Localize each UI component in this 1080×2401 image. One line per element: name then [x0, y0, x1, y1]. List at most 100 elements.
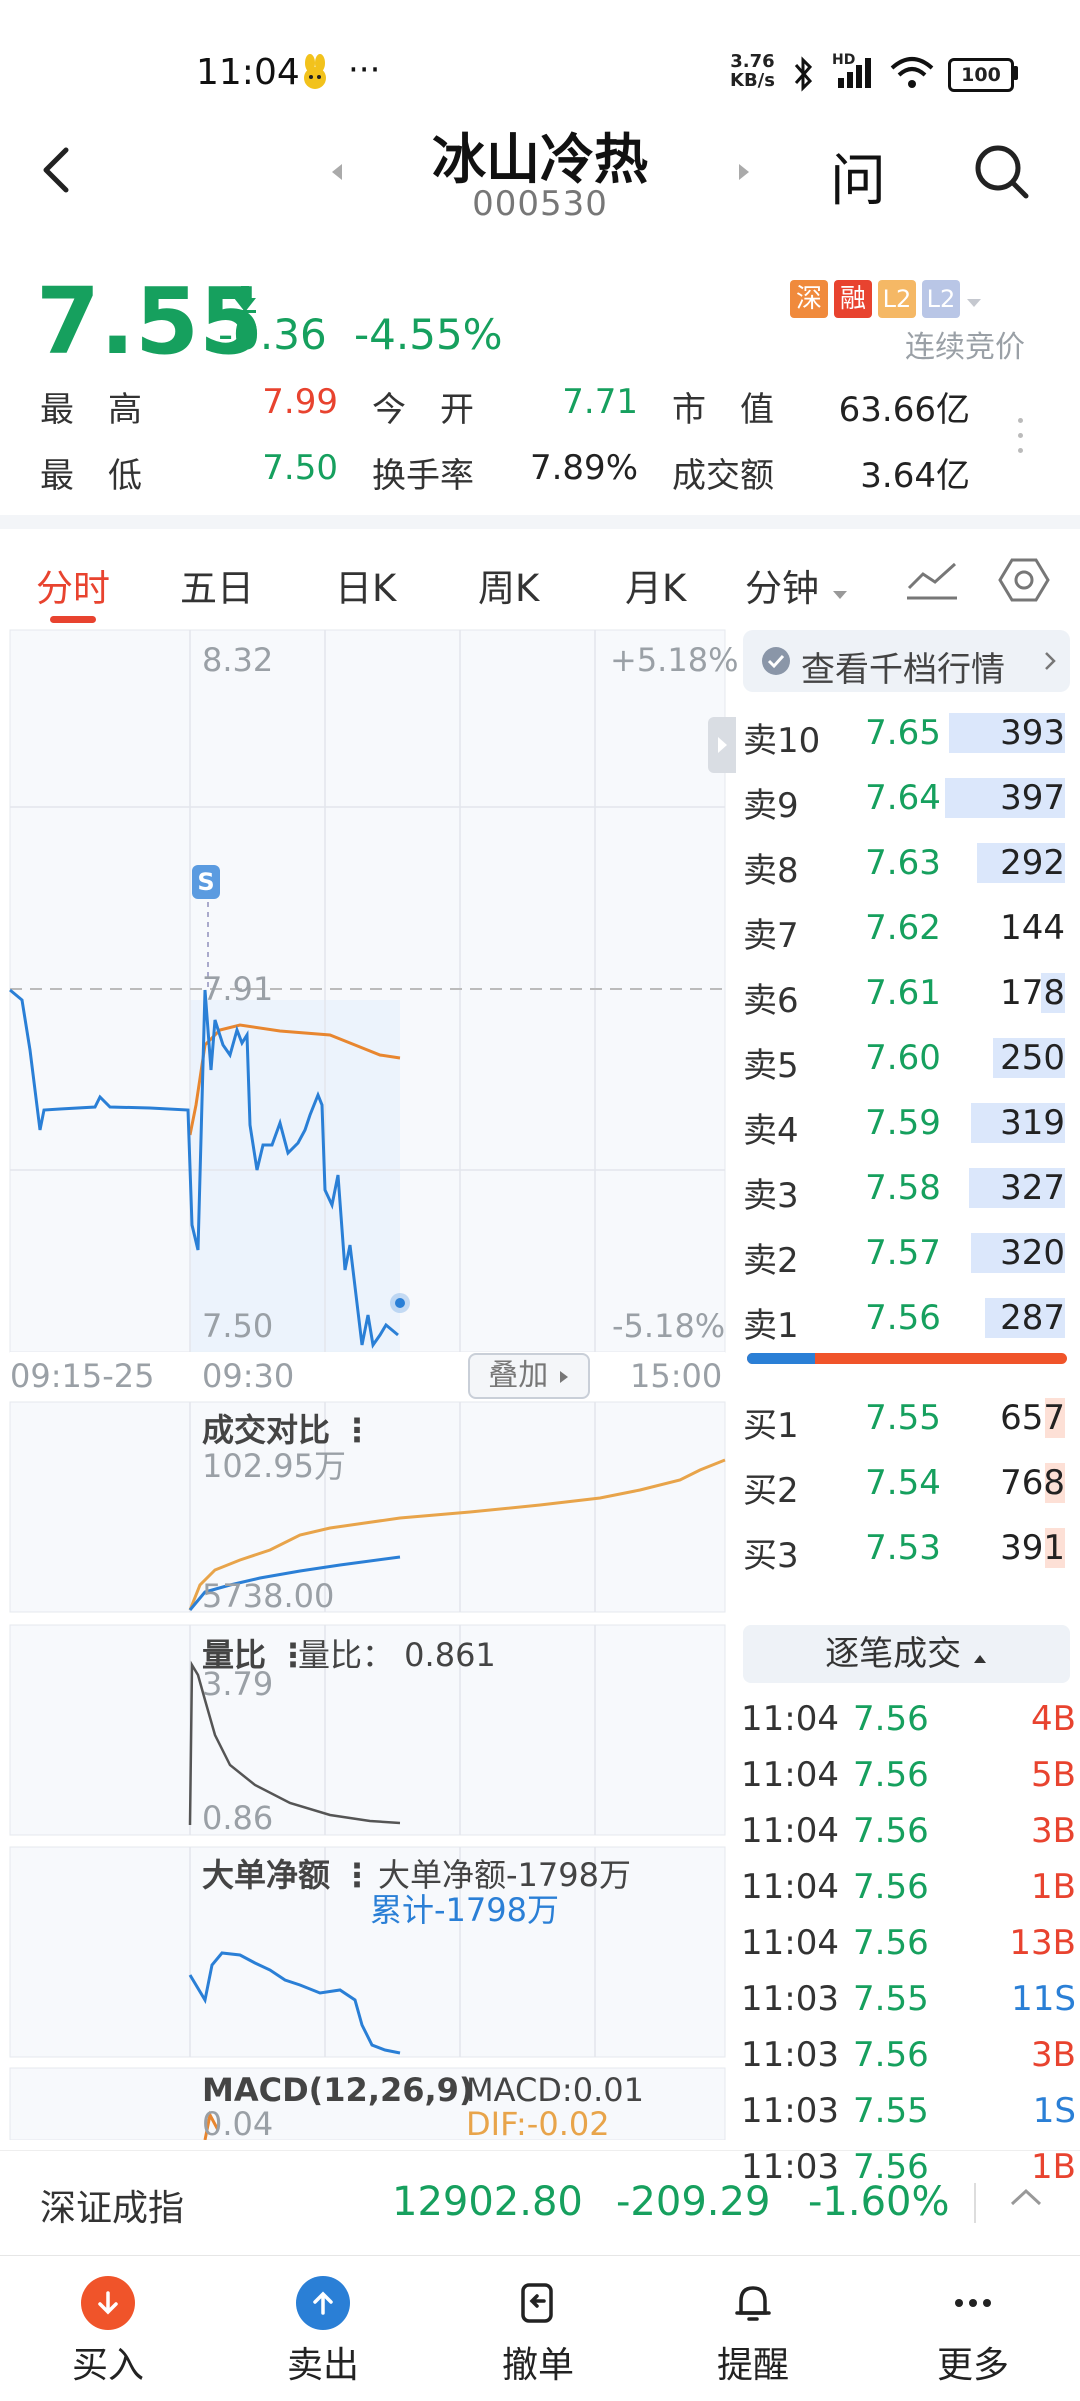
tag-l2: L2 — [878, 280, 916, 318]
low-label: 最 低 — [40, 456, 142, 496]
sell-order-row[interactable]: 卖4 7.59 319 — [743, 1093, 1073, 1157]
low-value: 7.50 — [262, 448, 338, 488]
sell-price: 7.59 — [865, 1103, 941, 1143]
index-name: 深证成指 — [40, 2188, 185, 2229]
sell-price: 7.60 — [865, 1038, 941, 1078]
buy-order-row[interactable]: 买1 7.55 657 — [743, 1388, 1073, 1452]
trade-volume: 3B — [1031, 1811, 1076, 1851]
prev-stock-arrow[interactable] — [328, 160, 348, 188]
sell-signal-marker[interactable]: S — [192, 865, 220, 899]
search-icon[interactable] — [970, 140, 1034, 208]
price-axis-bottom: 7.50 — [202, 1307, 274, 1345]
sell-order-row[interactable]: 卖10 7.65 393 — [743, 703, 1073, 767]
trade-volume: 1B — [1031, 1867, 1076, 1907]
settings-hex-icon[interactable] — [998, 556, 1050, 608]
trade-row: 11:04 7.56 4B — [741, 1693, 1076, 1749]
trade-row: 11:04 7.56 3B — [741, 1805, 1076, 1861]
sell-volume: 393 — [1000, 713, 1065, 753]
bigorder-title[interactable]: 大单净额 ⋮ — [202, 1850, 373, 1896]
level-quotes-button[interactable]: 查看千档行情 — [743, 630, 1070, 692]
buy-price: 7.53 — [865, 1528, 941, 1568]
index-change-pct: -1.60% — [808, 2179, 950, 2225]
trade-time: 11:04 — [741, 1699, 839, 1739]
alert-button[interactable]: 提醒 — [683, 2276, 823, 2388]
sell-price: 7.64 — [865, 778, 941, 818]
back-button[interactable] — [30, 140, 90, 200]
trade-price: 7.56 — [853, 1755, 929, 1795]
buy-volume: 391 — [1000, 1528, 1065, 1568]
sell-price: 7.57 — [865, 1233, 941, 1273]
market-cap-label: 市 值 — [672, 390, 774, 430]
open-value: 7.71 — [562, 382, 638, 422]
status-more-dots: ··· — [348, 50, 381, 90]
vol-compare-bottom: 5738.00 — [202, 1577, 335, 1615]
indicator-icon[interactable] — [905, 558, 959, 606]
quote-more-icon[interactable] — [1018, 418, 1024, 453]
overlay-button[interactable]: 叠加 — [468, 1353, 590, 1399]
sell-order-row[interactable]: 卖9 7.64 397 — [743, 768, 1073, 832]
expand-up-icon[interactable] — [1008, 2185, 1044, 2213]
sell-level-label: 卖9 — [743, 786, 799, 826]
tab-five-day[interactable]: 五日 — [180, 558, 254, 612]
trade-price: 7.55 — [853, 2091, 929, 2131]
index-bar[interactable]: 深证成指 12902.80 -209.29 -1.60% — [0, 2150, 1080, 2251]
trade-volume: 13B — [1009, 1923, 1076, 1963]
trade-volume: 3B — [1031, 2035, 1076, 2075]
cancel-order-button[interactable]: 撤单 — [468, 2276, 608, 2388]
price-ref-label: 7.91 — [202, 970, 274, 1008]
chart-tabs: 分时 五日 日K 周K 月K 分钟 — [0, 530, 1080, 630]
more-button[interactable]: 更多 — [903, 2276, 1043, 2388]
battery-icon: 100 — [948, 58, 1014, 92]
buy-order-row[interactable]: 买2 7.54 768 — [743, 1453, 1073, 1517]
wifi-icon — [890, 56, 934, 94]
sell-order-row[interactable]: 卖1 7.56 287 — [743, 1288, 1073, 1352]
index-value: 12902.80 — [392, 2179, 583, 2225]
trades-header[interactable]: 逐笔成交 — [743, 1625, 1070, 1683]
tab-minute[interactable]: 分钟 — [745, 558, 849, 612]
sell-level-label: 卖6 — [743, 981, 799, 1021]
sell-level-label: 卖8 — [743, 851, 799, 891]
tab-intraday[interactable]: 分时 — [36, 558, 110, 612]
ask-button[interactable]: 问 — [830, 136, 886, 217]
sell-order-row[interactable]: 卖5 7.60 250 — [743, 1028, 1073, 1092]
sell-button[interactable]: 卖出 — [253, 2276, 393, 2388]
trade-row: 11:03 7.56 3B — [741, 2029, 1076, 2085]
sell-order-row[interactable]: 卖8 7.63 292 — [743, 833, 1073, 897]
time-start: 09:15-25 — [10, 1357, 155, 1395]
sell-price: 7.61 — [865, 973, 941, 1013]
buy-volume: 768 — [1000, 1463, 1065, 1503]
buy-level-label: 买1 — [743, 1406, 799, 1446]
battery-tip — [1013, 66, 1018, 80]
trade-price: 7.56 — [853, 1811, 929, 1851]
tag-l2-pro: L2 — [922, 280, 960, 318]
buy-order-row[interactable]: 买3 7.53 391 — [743, 1518, 1073, 1582]
status-time: 11:04 — [196, 52, 300, 93]
buy-level-label: 买2 — [743, 1471, 799, 1511]
sell-volume: 178 — [1000, 973, 1065, 1013]
trade-volume: 4B — [1031, 1699, 1076, 1739]
expand-panel-button[interactable] — [708, 717, 736, 773]
trade-volume: 5B — [1031, 1755, 1076, 1795]
stock-name[interactable]: 冰山冷热 — [380, 115, 700, 194]
macd-title[interactable]: MACD(12,26,9) — [202, 2071, 474, 2109]
vol-compare-top: 102.95万 — [202, 1447, 346, 1485]
sell-order-row[interactable]: 卖2 7.57 320 — [743, 1223, 1073, 1287]
sell-order-row[interactable]: 卖6 7.61 178 — [743, 963, 1073, 1027]
index-change: -209.29 — [616, 2179, 771, 2225]
tab-weekly-k[interactable]: 周K — [478, 558, 539, 612]
turnover-label: 换手率 — [372, 456, 474, 496]
next-stock-arrow[interactable] — [733, 160, 753, 188]
buy-button[interactable]: 买入 — [38, 2276, 178, 2388]
macd-value: MACD:0.01 — [466, 2071, 644, 2109]
sell-order-row[interactable]: 卖3 7.58 327 — [743, 1158, 1073, 1222]
sell-level-label: 卖10 — [743, 721, 821, 761]
time-open: 09:30 — [202, 1357, 295, 1395]
tab-active-indicator — [50, 616, 96, 623]
sell-volume: 287 — [1000, 1298, 1065, 1338]
sell-order-row[interactable]: 卖7 7.62 144 — [743, 898, 1073, 962]
sell-volume: 250 — [1000, 1038, 1065, 1078]
tab-monthly-k[interactable]: 月K — [625, 558, 686, 612]
tab-daily-k[interactable]: 日K — [335, 558, 396, 612]
price-axis-top: 8.32 — [202, 641, 274, 679]
trade-row: 11:03 7.55 11S — [741, 1973, 1076, 2029]
